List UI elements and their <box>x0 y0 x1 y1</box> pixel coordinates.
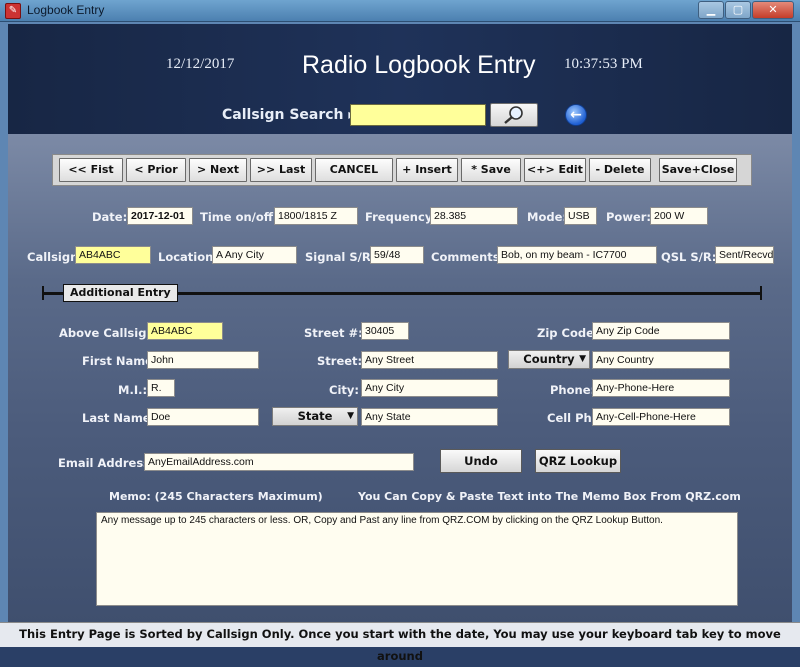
date-field[interactable]: 2017-12-01 <box>127 207 193 225</box>
window-controls: ▁ ▢ ✕ <box>697 1 794 19</box>
street-number-field[interactable]: 30405 <box>361 322 409 340</box>
state-select-label: State <box>297 409 333 423</box>
frequency-field[interactable]: 28.385 <box>430 207 518 225</box>
mode-field[interactable]: USB <box>564 207 597 225</box>
cell-phone-label: Cell Ph: <box>547 411 597 425</box>
signal-field[interactable]: 59/48 <box>370 246 424 264</box>
callsign-search-input[interactable] <box>350 104 486 126</box>
search-button[interactable] <box>490 103 538 127</box>
maximize-icon[interactable]: ▢ <box>725 1 751 19</box>
edit-button[interactable]: <+> Edit <box>524 158 586 182</box>
date-label: Date: <box>92 210 128 224</box>
search-icon <box>504 106 523 124</box>
first-name-field[interactable]: John <box>147 351 259 369</box>
power-label: Power: <box>606 210 652 224</box>
city-label: City: <box>329 383 359 397</box>
divider-end-right <box>760 286 762 300</box>
mi-field[interactable]: R. <box>147 379 175 397</box>
last-name-label: Last Name: <box>82 411 156 425</box>
mi-label: M.I.: <box>118 383 148 397</box>
memo-hint: You Can Copy & Paste Text into The Memo … <box>358 490 741 503</box>
memo-textarea[interactable]: Any message up to 245 characters or less… <box>96 512 738 606</box>
delete-button[interactable]: - Delete <box>589 158 651 182</box>
city-field[interactable]: Any City <box>361 379 498 397</box>
qsl-label: QSL S/R: <box>661 250 717 264</box>
frequency-label: Frequency: <box>365 210 437 224</box>
next-button[interactable]: > Next <box>189 158 247 182</box>
street-field[interactable]: Any Street <box>361 351 498 369</box>
street-label: Street: <box>317 354 363 368</box>
zip-code-label: Zip Code: <box>537 326 599 340</box>
back-arrow-icon[interactable]: ← <box>565 104 587 126</box>
undo-button[interactable]: Undo <box>440 449 522 473</box>
comments-field[interactable]: Bob, on my beam - IC7700 <box>497 246 657 264</box>
memo-label: Memo: (245 Characters Maximum) <box>109 490 323 503</box>
insert-button[interactable]: + Insert <box>396 158 458 182</box>
state-select[interactable]: State ▼ <box>272 407 358 426</box>
signal-label: Signal S/R: <box>305 250 376 264</box>
qrz-lookup-button[interactable]: QRZ Lookup <box>535 449 621 473</box>
header-time: 10:37:53 PM <box>564 56 643 72</box>
zip-code-field[interactable]: Any Zip Code <box>592 322 730 340</box>
last-button[interactable]: >> Last <box>250 158 312 182</box>
qsl-field[interactable]: Sent/Recvd <box>715 246 774 264</box>
last-name-field[interactable]: Doe <box>147 408 259 426</box>
save-close-button[interactable]: Save+Close <box>659 158 737 182</box>
callsign-search-label: Callsign Search ▸ <box>222 107 356 123</box>
street-number-label: Street #: <box>304 326 363 340</box>
chevron-down-icon: ▼ <box>579 354 586 364</box>
callsign-field[interactable]: AB4ABC <box>75 246 151 264</box>
window-title: Logbook Entry <box>27 3 105 17</box>
cell-phone-field[interactable]: Any-Cell-Phone-Here <box>592 408 730 426</box>
time-field[interactable]: 1800/1815 Z <box>274 207 358 225</box>
power-field[interactable]: 200 W <box>650 207 708 225</box>
email-field[interactable]: AnyEmailAddress.com <box>144 453 414 471</box>
main-panel: << Fist < Prior > Next >> Last CANCEL + … <box>8 134 792 624</box>
first-button[interactable]: << Fist <box>59 158 123 182</box>
comments-label: Comments: <box>431 250 505 264</box>
country-field[interactable]: Any Country <box>592 351 730 369</box>
country-select[interactable]: Country ▼ <box>508 350 590 369</box>
title-bar: ✎ Logbook Entry ▁ ▢ ✕ <box>0 0 800 22</box>
email-label: Email Address: <box>58 456 155 470</box>
close-icon[interactable]: ✕ <box>752 1 794 19</box>
mode-label: Mode: <box>527 210 567 224</box>
location-field[interactable]: A Any City <box>212 246 297 264</box>
header-panel: 12/12/2017 Radio Logbook Entry 10:37:53 … <box>8 24 792 134</box>
app-logbook-icon: ✎ <box>5 3 21 19</box>
country-select-label: Country <box>523 352 575 366</box>
location-label: Location: <box>158 250 218 264</box>
above-callsign-field[interactable]: AB4ABC <box>147 322 223 340</box>
chevron-down-icon: ▼ <box>347 411 354 421</box>
cancel-button[interactable]: CANCEL <box>315 158 393 182</box>
above-callsign-label: Above Callsign: <box>59 326 160 340</box>
prior-button[interactable]: < Prior <box>126 158 186 182</box>
record-toolbar: << Fist < Prior > Next >> Last CANCEL + … <box>52 154 752 186</box>
save-button[interactable]: * Save <box>461 158 521 182</box>
phone-field[interactable]: Any-Phone-Here <box>592 379 730 397</box>
header-date: 12/12/2017 <box>166 56 235 72</box>
phone-label: Phone: <box>550 383 596 397</box>
status-bar: This Entry Page is Sorted by Callsign On… <box>0 622 800 663</box>
minimize-icon[interactable]: ▁ <box>698 1 724 19</box>
time-label: Time on/off: <box>200 210 278 224</box>
additional-entry-tab: Additional Entry <box>63 284 178 302</box>
divider-end-left <box>42 286 44 300</box>
state-field[interactable]: Any State <box>361 408 498 426</box>
page-title: Radio Logbook Entry <box>302 51 536 79</box>
